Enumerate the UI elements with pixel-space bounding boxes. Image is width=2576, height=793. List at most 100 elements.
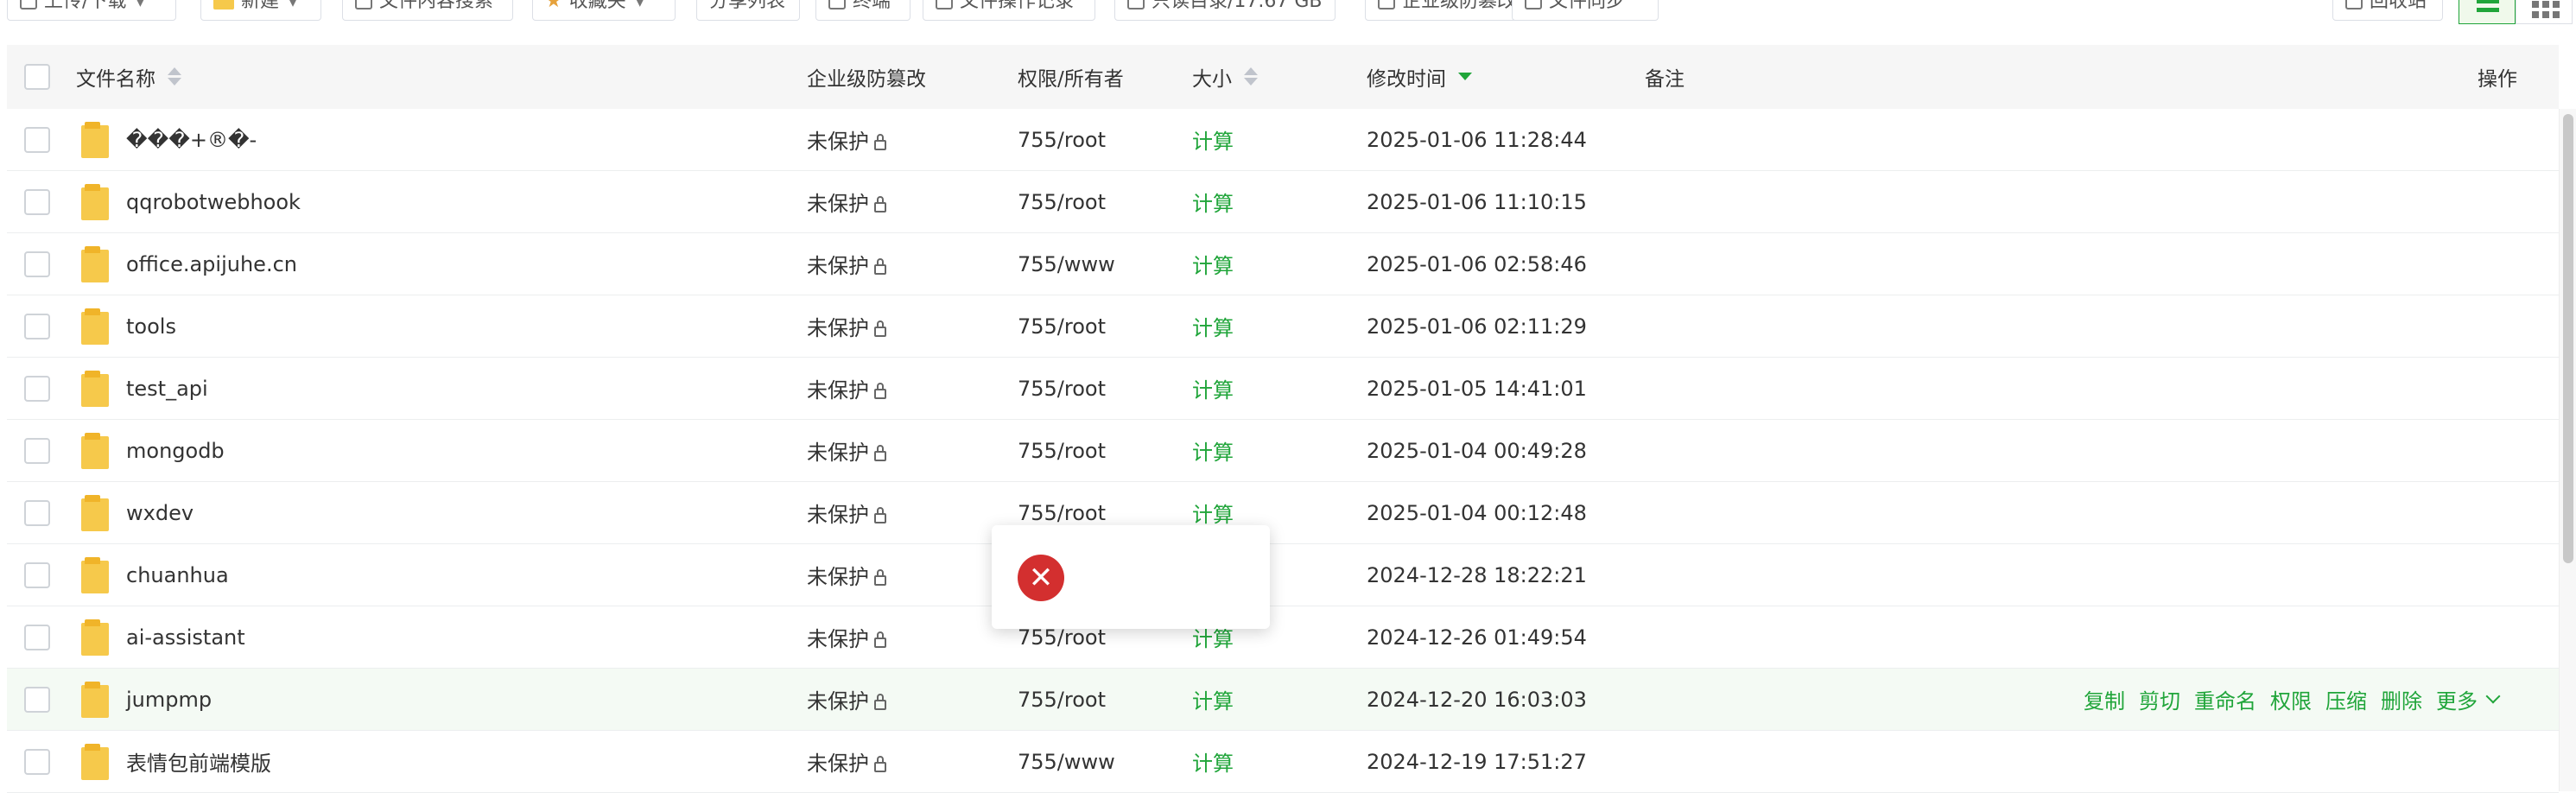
list-view-toggle[interactable] (2459, 0, 2516, 24)
row-checkbox[interactable] (24, 624, 50, 650)
rename-action[interactable]: 重命名 (2194, 684, 2256, 714)
size-calc-link[interactable]: 计算 (1192, 420, 1234, 481)
row-checkbox[interactable] (24, 686, 50, 713)
grid-view-toggle[interactable] (2516, 0, 2573, 24)
row-checkbox[interactable] (24, 748, 50, 775)
protect-cell[interactable]: 未保护 (807, 233, 886, 295)
table-row[interactable]: chuanhua未保护755/root计算2024-12-28 18:22:21 (7, 544, 2559, 606)
unlock-icon[interactable] (874, 444, 886, 461)
unlock-icon[interactable] (874, 195, 886, 213)
perm-cell[interactable]: 755/root (1018, 171, 1106, 232)
unlock-icon[interactable] (874, 320, 886, 337)
unlock-icon[interactable] (874, 755, 886, 772)
perm-cell[interactable]: 755/root (1018, 109, 1106, 170)
file-sync-button[interactable]: 文件同步 (1512, 0, 1659, 21)
file-name[interactable]: mongodb (126, 439, 225, 463)
scroll-thumb[interactable] (2563, 114, 2573, 563)
sort-icon[interactable] (1244, 67, 1258, 86)
unlock-icon[interactable] (874, 631, 886, 648)
table-row[interactable]: jumpmp 未保护 755/root 计算 2024-12-20 16:03:03 复制… (7, 669, 2559, 731)
row-checkbox[interactable] (24, 499, 50, 526)
table-row[interactable]: tools 未保护 755/root 计算 2025-01-06 02:11:29 (7, 295, 2559, 358)
protect-cell[interactable]: 未保护 (807, 109, 886, 170)
protect-cell[interactable]: 未保护 (807, 358, 886, 419)
file-name[interactable]: office.apijuhe.cn (126, 252, 297, 276)
upload-download-button[interactable]: 上传/下载 ▾ (7, 0, 176, 21)
table-row[interactable]: test_api 未保护 755/root 计算 2025-01-05 14:41:01 (7, 358, 2559, 420)
terminal-button[interactable]: 终端 (815, 0, 910, 21)
compress-action[interactable]: 压缩 (2325, 684, 2367, 714)
more-action[interactable]: 更多 (2436, 684, 2478, 714)
size-calc-link[interactable]: 计算 (1192, 669, 1234, 730)
file-name-cell[interactable]: 表情包前端模版 (81, 731, 271, 792)
file-name-cell[interactable]: jumpmp (81, 669, 212, 730)
file-name[interactable]: ���+®�- (126, 128, 257, 152)
file-name-cell[interactable]: chuanhua (81, 544, 229, 606)
table-row[interactable]: qqrobotwebhook 未保护 755/root 计算 2025-01-06 11… (7, 171, 2559, 233)
table-row[interactable]: office.apijuhe.cn 未保护 755/www 计算 2025-01-06 … (7, 233, 2559, 295)
new-button[interactable]: 新建 ▾ (200, 0, 321, 21)
file-name[interactable]: test_api (126, 377, 208, 401)
file-name-cell[interactable]: ���+®�- (81, 109, 257, 170)
size-calc-link[interactable]: 计算 (1192, 731, 1234, 792)
delete-action[interactable]: 删除 (2381, 684, 2422, 714)
copy-action[interactable]: 复制 (2084, 684, 2125, 714)
file-name-cell[interactable]: test_api (81, 358, 208, 419)
table-row[interactable]: mongodb 未保护 755/root 计算 2025-01-04 00:49:28 (7, 420, 2559, 482)
protect-cell[interactable]: 未保护 (807, 669, 886, 730)
file-name[interactable]: chuanhua (126, 563, 229, 587)
row-checkbox[interactable] (24, 437, 50, 464)
file-name[interactable]: qqrobotwebhook (126, 190, 301, 214)
unlock-icon[interactable] (874, 568, 886, 586)
protect-cell[interactable]: 未保护 (807, 544, 886, 606)
unlock-icon[interactable] (874, 257, 886, 275)
row-checkbox[interactable] (24, 313, 50, 339)
row-checkbox[interactable] (24, 126, 50, 153)
row-checkbox[interactable] (24, 375, 50, 402)
table-row[interactable]: ���+®�- 未保护 755/root 计算 2025-01-06 11:28:44 (7, 109, 2559, 171)
share-list-button[interactable]: 分享列表 (696, 0, 800, 21)
file-name-cell[interactable]: tools (81, 295, 176, 357)
header-mtime[interactable]: 修改时间 (1367, 45, 1472, 109)
size-calc-link[interactable]: 计算 (1192, 109, 1234, 170)
perm-cell[interactable]: 755/root (1018, 420, 1106, 481)
permission-action[interactable]: 权限 (2270, 684, 2312, 714)
row-checkbox[interactable] (24, 188, 50, 215)
row-checkbox[interactable] (24, 251, 50, 277)
protect-cell[interactable]: 未保护 (807, 482, 886, 543)
sort-icon[interactable] (168, 67, 181, 86)
protect-cell[interactable]: 未保护 (807, 420, 886, 481)
content-search-button[interactable]: 文件内容搜索 (342, 0, 513, 21)
unlock-icon[interactable] (874, 382, 886, 399)
file-name-cell[interactable]: ai-assistant (81, 606, 245, 668)
size-calc-link[interactable]: 计算 (1192, 358, 1234, 419)
perm-cell[interactable]: 755/root (1018, 358, 1106, 419)
file-name[interactable]: ai-assistant (126, 625, 245, 650)
file-name[interactable]: jumpmp (126, 688, 212, 712)
header-size[interactable]: 大小 (1192, 45, 1258, 109)
perm-cell[interactable]: 755/www (1018, 233, 1115, 295)
file-name-cell[interactable]: qqrobotwebhook (81, 171, 301, 232)
file-name[interactable]: wxdev (126, 501, 194, 525)
perm-cell[interactable]: 755/root (1018, 669, 1106, 730)
perm-cell[interactable]: 755/www (1018, 731, 1115, 792)
sort-desc-icon[interactable] (1458, 67, 1472, 86)
table-row[interactable]: wxdev 未保护 755/root 计算 2025-01-04 00:12:48 (7, 482, 2559, 544)
file-name-cell[interactable]: mongodb (81, 420, 225, 481)
unlock-icon[interactable] (874, 506, 886, 523)
recycle-bin-button[interactable]: 回收站 (2332, 0, 2443, 21)
table-row[interactable]: 表情包前端模版 未保护 755/www 计算 2024-12-19 17:51:27 (7, 731, 2559, 793)
row-checkbox[interactable] (24, 561, 50, 588)
protect-cell[interactable]: 未保护 (807, 731, 886, 792)
protect-cell[interactable]: 未保护 (807, 606, 886, 668)
select-all-checkbox[interactable] (24, 64, 50, 90)
perm-cell[interactable]: 755/root (1018, 295, 1106, 357)
cut-action[interactable]: 剪切 (2139, 684, 2180, 714)
file-name[interactable]: 表情包前端模版 (126, 746, 271, 777)
unlock-icon[interactable] (874, 133, 886, 150)
chevron-down-icon[interactable] (2485, 688, 2501, 703)
favorites-button[interactable]: ★ 收藏夹 ▾ (532, 0, 676, 21)
file-name-cell[interactable]: wxdev (81, 482, 194, 543)
protect-cell[interactable]: 未保护 (807, 295, 886, 357)
protect-cell[interactable]: 未保护 (807, 171, 886, 232)
